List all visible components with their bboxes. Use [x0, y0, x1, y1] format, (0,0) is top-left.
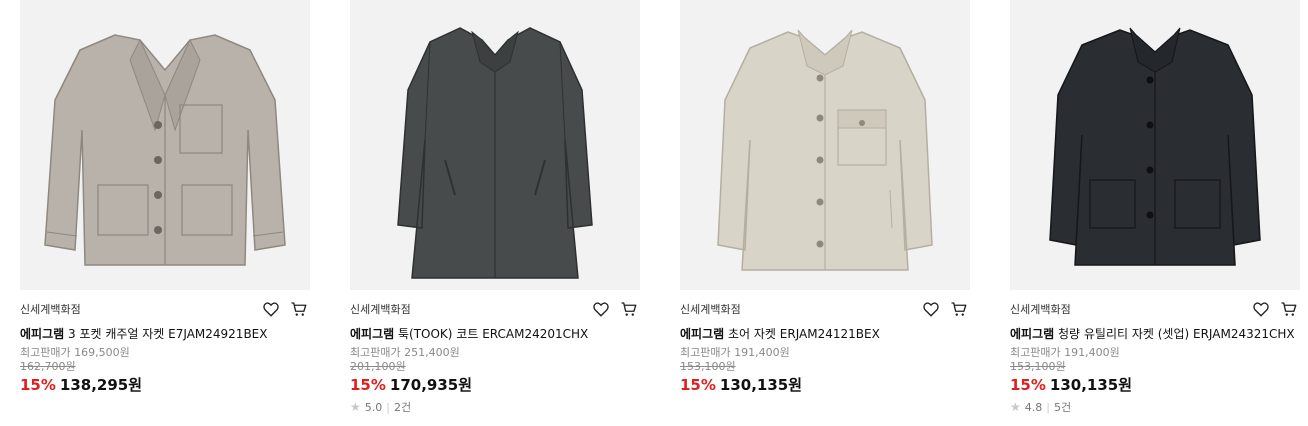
sale-price: 138,295원 — [59, 376, 143, 394]
product-title[interactable]: 에피그램 툭(TOOK) 코트 ERCAM24201CHX — [350, 326, 640, 342]
heart-icon[interactable] — [590, 298, 612, 320]
sale-price-row: 15% 170,935원 — [350, 375, 640, 395]
heart-icon[interactable] — [920, 298, 942, 320]
sale-price-row: 15% 130,135원 — [680, 375, 970, 395]
rating-divider: | — [386, 400, 390, 414]
heart-icon[interactable] — [1250, 298, 1272, 320]
original-price: 153,100원 — [1010, 360, 1066, 373]
star-icon: ★ — [350, 400, 361, 414]
brand-name: 에피그램 — [20, 327, 65, 341]
discount-rate: 15% — [20, 376, 56, 394]
product-title[interactable]: 에피그램 3 포켓 캐주얼 자켓 E7JAM24921BEX — [20, 326, 310, 342]
max-price: 최고판매가 169,500원 — [20, 346, 130, 359]
star-icon: ★ — [1010, 400, 1021, 414]
product-name: 청량 유틸리티 자켓 (셋업) ERJAM24321CHX — [1054, 327, 1295, 341]
product-image[interactable] — [20, 0, 310, 290]
product-name: 3 포켓 캐주얼 자켓 E7JAM24921BEX — [64, 327, 268, 341]
product-title[interactable]: 에피그램 청량 유틸리티 자켓 (셋업) ERJAM24321CHX — [1010, 326, 1300, 342]
original-price: 162,700원 — [20, 360, 76, 373]
max-price: 최고판매가 251,400원 — [350, 346, 460, 359]
product-card[interactable]: 신세계백화점 에피그램 청량 유틸리티 자켓 (셋업) ERJAM24321CH… — [1010, 0, 1300, 415]
product-grid: 신세계백화점 에피그램 3 포켓 캐주얼 자켓 E7JAM24921BEX 최고… — [0, 0, 1308, 426]
max-price: 최고판매가 191,400원 — [1010, 346, 1120, 359]
store-name[interactable]: 신세계백화점 — [680, 301, 741, 317]
product-card[interactable]: 신세계백화점 에피그램 툭(TOOK) 코트 ERCAM24201CHX 최고판… — [350, 0, 640, 415]
discount-rate: 15% — [680, 376, 716, 394]
original-price: 153,100원 — [680, 360, 736, 373]
review-count: 2건 — [393, 401, 412, 414]
brand-name: 에피그램 — [680, 327, 725, 341]
coat-illustration — [397, 27, 593, 279]
sale-price-row: 15% 130,135원 — [1010, 375, 1300, 395]
cart-icon[interactable] — [948, 298, 970, 320]
jacket-illustration — [44, 34, 286, 266]
discount-rate: 15% — [350, 376, 386, 394]
max-price: 최고판매가 191,400원 — [680, 346, 790, 359]
product-image[interactable] — [680, 0, 970, 290]
product-name: 초어 자켓 ERJAM24121BEX — [724, 327, 880, 341]
rating-value: 4.8 — [1024, 400, 1043, 414]
review-count: 5건 — [1053, 401, 1072, 414]
product-card[interactable]: 신세계백화점 에피그램 초어 자켓 ERJAM24121BEX 최고판매가 19… — [680, 0, 970, 395]
brand-name: 에피그램 — [350, 327, 395, 341]
jacket-illustration — [717, 29, 933, 271]
product-image[interactable] — [350, 0, 640, 290]
sale-price: 130,135원 — [1049, 376, 1133, 394]
cart-icon[interactable] — [618, 298, 640, 320]
original-price: 201,100원 — [350, 360, 406, 373]
product-name: 툭(TOOK) 코트 ERCAM24201CHX — [394, 327, 589, 341]
rating-divider: | — [1046, 400, 1050, 414]
discount-rate: 15% — [1010, 376, 1046, 394]
heart-icon[interactable] — [260, 298, 282, 320]
store-name[interactable]: 신세계백화점 — [350, 301, 411, 317]
store-name[interactable]: 신세계백화점 — [1010, 301, 1071, 317]
sale-price-row: 15% 138,295원 — [20, 375, 310, 395]
rating-row: ★ 5.0 | 2건 — [350, 399, 640, 415]
cart-icon[interactable] — [288, 298, 310, 320]
cart-icon[interactable] — [1278, 298, 1300, 320]
jacket-illustration — [1049, 27, 1261, 266]
store-name[interactable]: 신세계백화점 — [20, 301, 81, 317]
rating-value: 5.0 — [364, 400, 383, 414]
sale-price: 130,135원 — [719, 376, 803, 394]
brand-name: 에피그램 — [1010, 327, 1055, 341]
product-title[interactable]: 에피그램 초어 자켓 ERJAM24121BEX — [680, 326, 970, 342]
sale-price: 170,935원 — [389, 376, 473, 394]
rating-row: ★ 4.8 | 5건 — [1010, 399, 1300, 415]
product-card[interactable]: 신세계백화점 에피그램 3 포켓 캐주얼 자켓 E7JAM24921BEX 최고… — [20, 0, 310, 395]
product-image[interactable] — [1010, 0, 1300, 290]
